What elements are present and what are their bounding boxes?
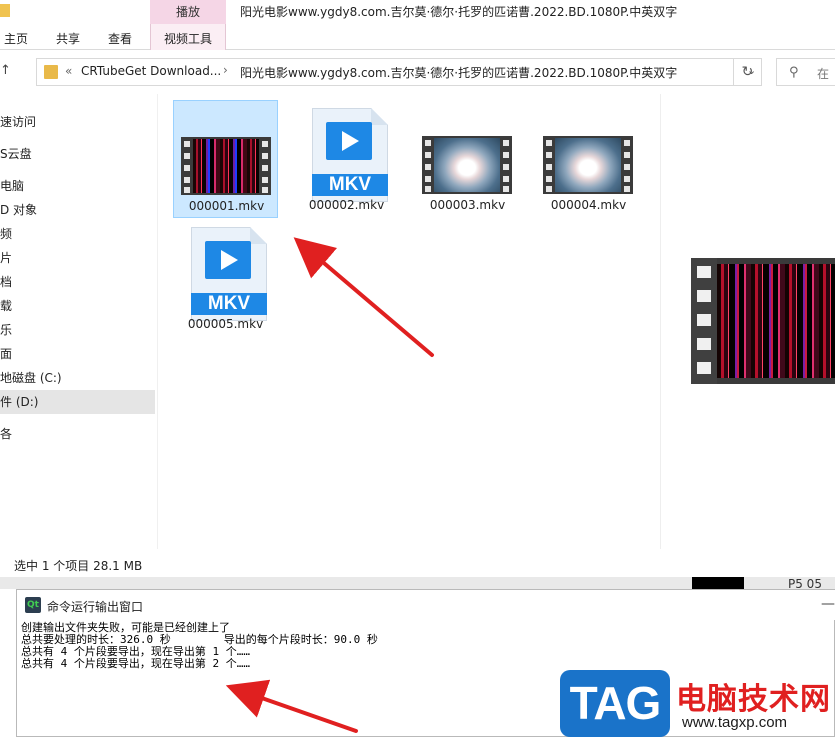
preview-pane xyxy=(660,94,835,549)
qt-app-icon: Qt xyxy=(25,597,41,613)
watermark: TAG 电脑技术网 www.tagxp.com xyxy=(560,670,835,737)
breadcrumb-overflow[interactable]: « xyxy=(65,64,72,78)
file-item[interactable]: MKV 000005.mkv xyxy=(173,219,278,337)
nav-item-videos[interactable]: 频 xyxy=(0,222,155,246)
nav-item-network[interactable]: 各 xyxy=(0,422,155,446)
address-bar[interactable]: « CRTubeGet Download... › 阳光电影www.ygdy8.… xyxy=(36,58,756,86)
file-item[interactable]: 000001.mkv xyxy=(173,100,278,218)
nav-item-desktop[interactable]: 面 xyxy=(0,342,155,366)
nav-item-this-pc[interactable]: 电脑 xyxy=(0,174,155,198)
nav-item-downloads[interactable]: 载 xyxy=(0,294,155,318)
folder-icon xyxy=(44,65,58,79)
mkv-label: MKV xyxy=(312,174,388,196)
console-title-bar[interactable]: Qt 命令运行输出窗口 — xyxy=(17,590,835,620)
nav-item-quick-access[interactable]: 速访问 xyxy=(0,110,155,134)
mkv-file-icon: MKV xyxy=(191,227,267,321)
breadcrumb-item[interactable]: 阳光电影www.ygdy8.com.吉尔莫·德尔·托罗的匹诺曹.2022.BD.… xyxy=(240,64,677,81)
tab-share[interactable]: 共享 xyxy=(56,30,80,47)
watermark-title: 电脑技术网 xyxy=(676,682,831,717)
file-list: 000001.mkv MKV 000002.mkv 000003.mkv 000… xyxy=(160,94,660,549)
watermark-logo: TAG xyxy=(560,670,670,737)
up-arrow-icon[interactable]: ↑ xyxy=(0,63,11,78)
console-title: 命令运行输出窗口 xyxy=(47,600,144,614)
pane-divider[interactable] xyxy=(157,94,158,549)
file-name: 000005.mkv xyxy=(187,317,264,331)
status-bar: 选中 1 个项目 28.1 MB xyxy=(0,549,835,577)
tab-home[interactable]: 主页 xyxy=(4,30,28,47)
play-icon xyxy=(342,131,359,151)
nav-item-pictures[interactable]: 片 xyxy=(0,246,155,270)
console-line: 总共有 4 个片段要导出，现在导出第 2 个…… xyxy=(21,657,250,670)
nav-item-drive-c[interactable]: 地磁盘 (C:) xyxy=(0,366,155,390)
file-name: 000001.mkv xyxy=(188,199,265,213)
ribbon-tabs: 主页 共享 查看 视频工具 xyxy=(0,24,835,50)
search-placeholder: 在 xyxy=(817,67,830,81)
video-thumbnail xyxy=(543,136,633,194)
search-input[interactable]: ⚲ 在 xyxy=(776,58,835,86)
nav-item-cloud[interactable]: S云盘 xyxy=(0,142,155,166)
file-item[interactable]: 000003.mkv xyxy=(415,100,520,218)
address-bar-row: ↑ « CRTubeGet Download... › 阳光电影www.ygdy… xyxy=(0,50,835,94)
breadcrumb-item[interactable]: CRTubeGet Download... xyxy=(81,64,221,78)
video-thumbnail xyxy=(181,137,271,195)
minimize-button[interactable]: — xyxy=(821,596,835,612)
tab-play-context[interactable]: 播放 xyxy=(150,0,226,24)
video-thumbnail xyxy=(422,136,512,194)
nav-item-drive-d[interactable]: 件 (D:) xyxy=(0,390,155,414)
nav-item-documents[interactable]: 档 xyxy=(0,270,155,294)
file-name: 000002.mkv xyxy=(308,198,385,212)
selection-status: 选中 1 个项目 28.1 MB xyxy=(14,559,143,573)
navigation-pane: 速访问 S云盘 电脑 D 对象 频 片 档 载 乐 面 地磁盘 (C:) 件 (… xyxy=(0,94,160,549)
file-item[interactable]: MKV 000002.mkv xyxy=(294,100,399,218)
tab-video-tools[interactable]: 视频工具 xyxy=(164,30,212,47)
window-title: 阳光电影www.ygdy8.com.吉尔莫·德尔·托罗的匹诺曹.2022.BD.… xyxy=(240,5,678,19)
mkv-label: MKV xyxy=(191,293,267,315)
nav-item-3d-objects[interactable]: D 对象 xyxy=(0,198,155,222)
mkv-file-icon: MKV xyxy=(312,108,388,202)
watermark-url: www.tagxp.com xyxy=(682,714,788,731)
folder-icon xyxy=(0,4,10,17)
preview-thumbnail xyxy=(691,258,835,384)
tab-view[interactable]: 查看 xyxy=(108,30,132,47)
search-icon: ⚲ xyxy=(789,65,799,80)
file-name: 000003.mkv xyxy=(429,198,506,212)
play-icon xyxy=(221,250,238,270)
file-item[interactable]: 000004.mkv xyxy=(536,100,641,218)
refresh-button[interactable]: ↻ xyxy=(734,58,762,86)
breadcrumb-separator[interactable]: › xyxy=(223,63,228,77)
nav-item-music[interactable]: 乐 xyxy=(0,318,155,342)
file-name: 000004.mkv xyxy=(550,198,627,212)
title-bar: 播放 阳光电影www.ygdy8.com.吉尔莫·德尔·托罗的匹诺曹.2022.… xyxy=(0,0,835,24)
